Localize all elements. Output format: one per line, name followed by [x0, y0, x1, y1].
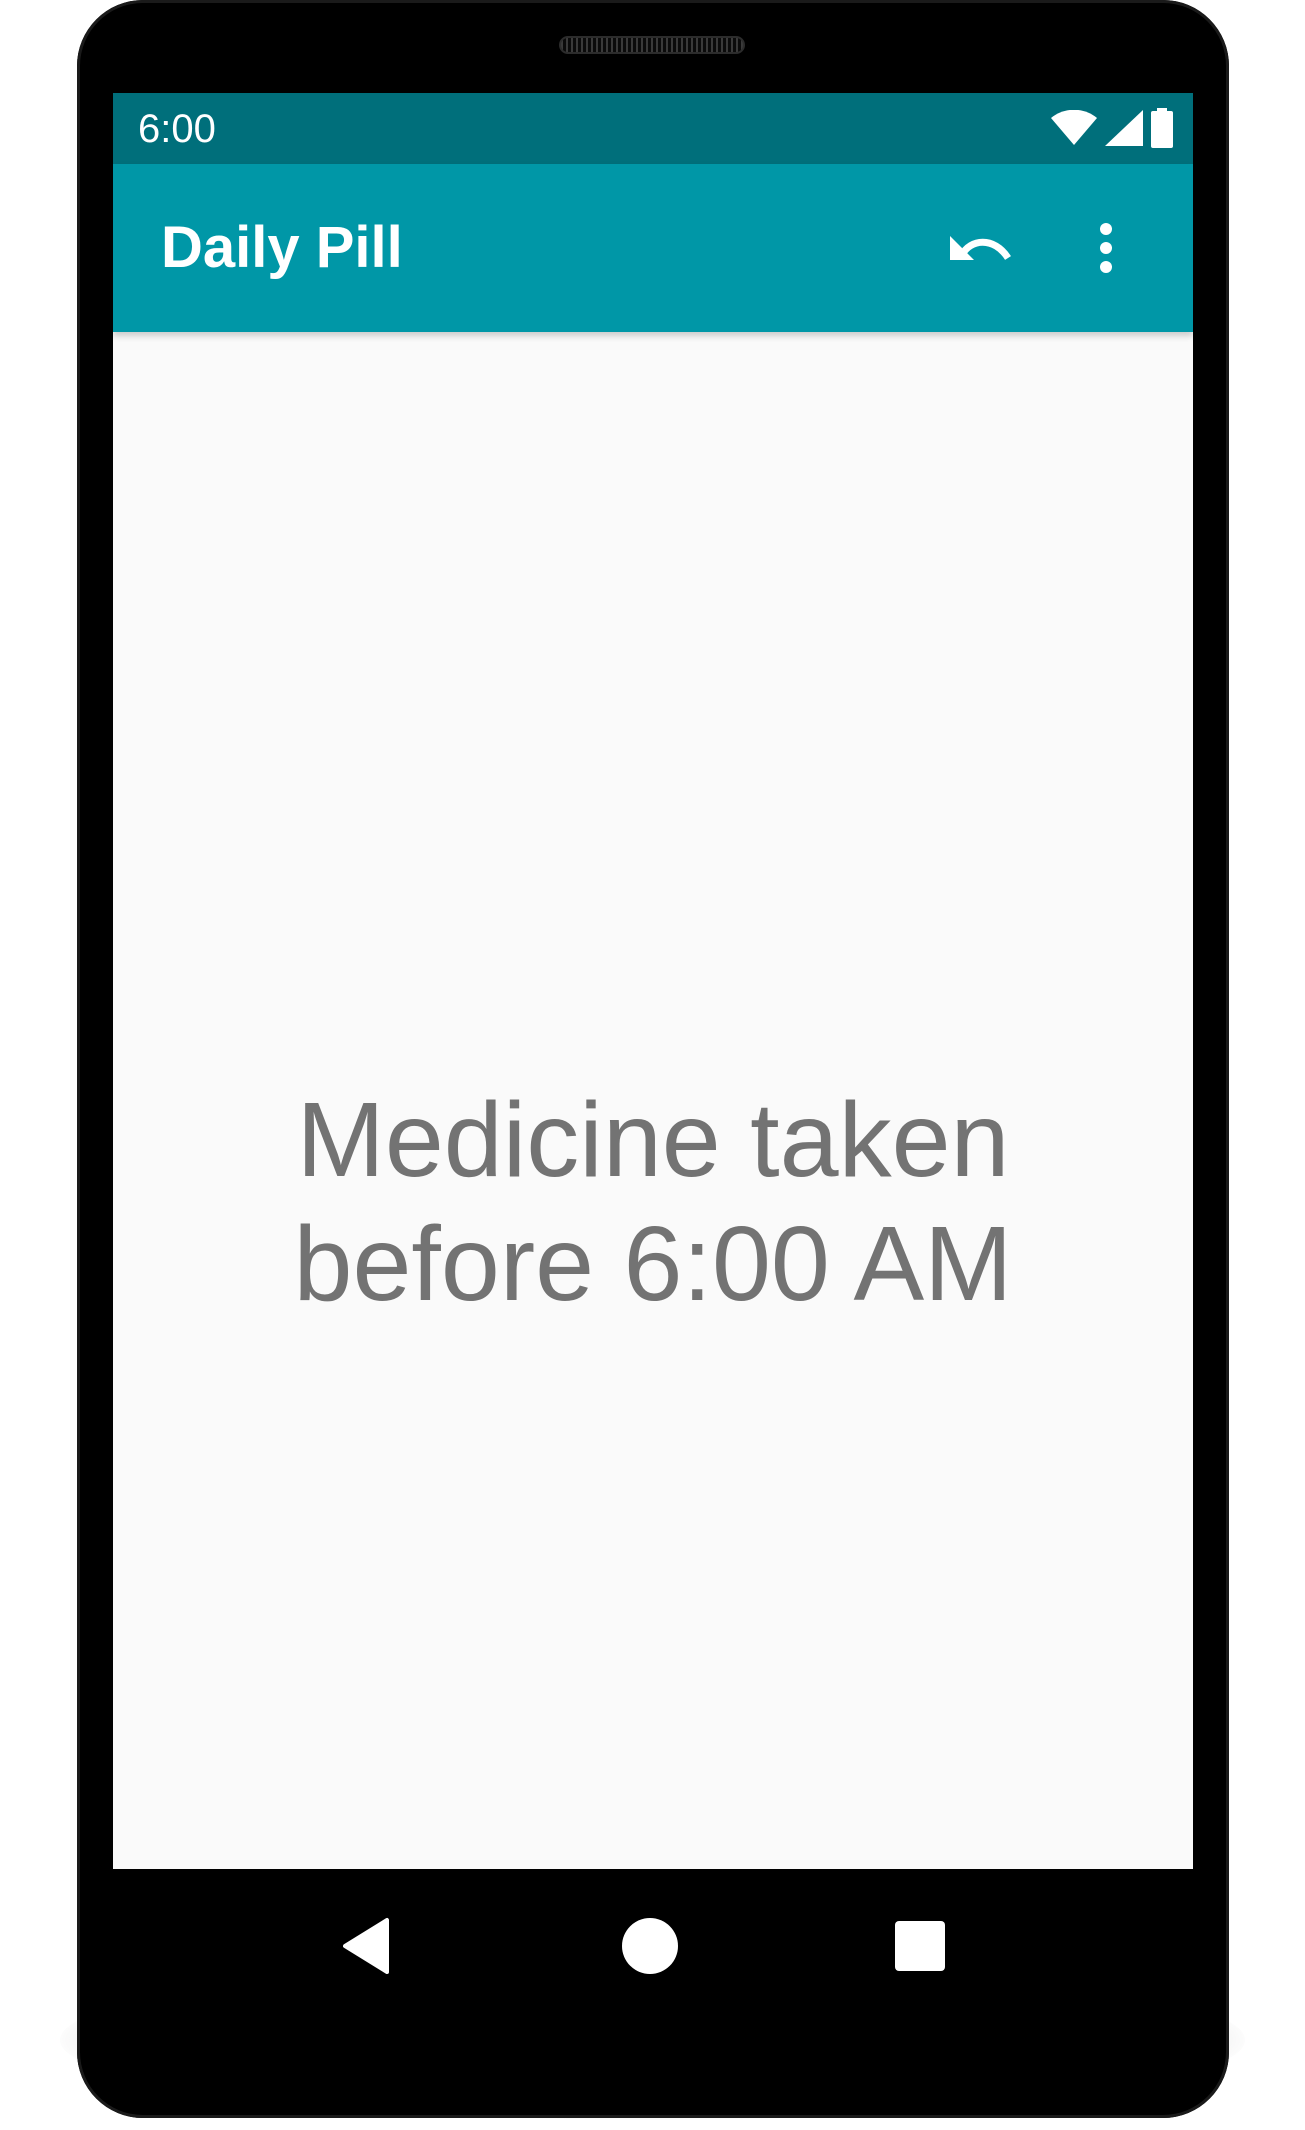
device-screen: 6:00 Daily Pill Medicine taken before 6:… — [113, 93, 1193, 1869]
status-icons — [1051, 106, 1173, 150]
earpiece-speaker — [559, 36, 745, 54]
undo-button[interactable] — [946, 214, 1018, 286]
phone-frame: 6:00 Daily Pill Medicine taken before 6:… — [77, 0, 1229, 2118]
app-toolbar: Daily Pill — [113, 164, 1193, 332]
recents-icon — [891, 1917, 949, 1975]
more-options-button[interactable] — [1073, 208, 1139, 292]
wifi-icon — [1051, 110, 1097, 146]
status-bar: 6:00 — [113, 93, 1193, 164]
recents-button[interactable] — [891, 1917, 949, 1975]
home-icon — [619, 1915, 681, 1977]
back-icon — [343, 1916, 403, 1976]
more-vert-icon — [1099, 222, 1113, 278]
undo-icon — [950, 228, 1014, 273]
back-button[interactable] — [343, 1916, 403, 1976]
main-content: Medicine taken before 6:00 AM — [113, 332, 1193, 1869]
medicine-status-message: Medicine taken before 6:00 AM — [293, 1081, 1013, 1323]
battery-icon — [1151, 108, 1173, 148]
status-time: 6:00 — [138, 107, 216, 151]
home-button[interactable] — [619, 1915, 681, 1977]
cell-signal-icon — [1105, 110, 1143, 146]
navigation-bar — [77, 1869, 1229, 2037]
app-title: Daily Pill — [161, 215, 403, 280]
